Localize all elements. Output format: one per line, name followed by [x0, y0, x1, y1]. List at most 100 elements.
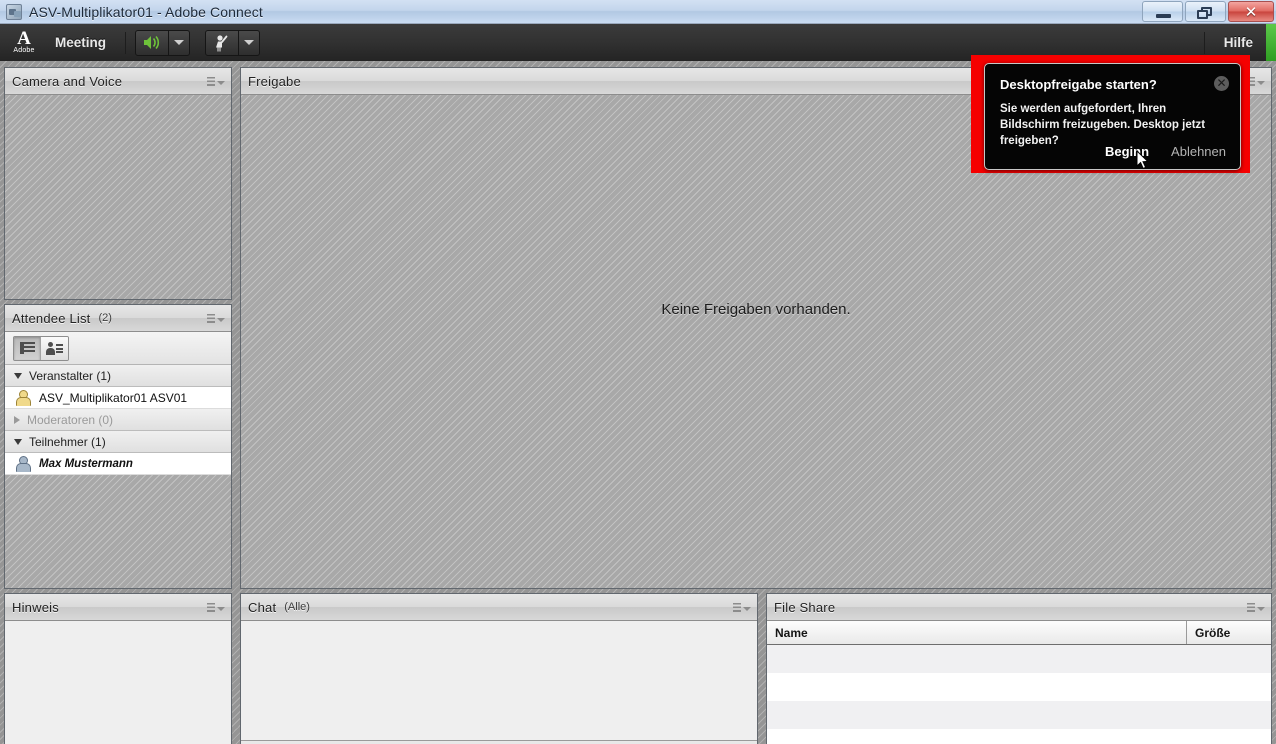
group-hosts[interactable]: Veranstalter (1) [5, 365, 231, 387]
attendee-row-participant[interactable]: Max Mustermann [5, 453, 231, 475]
maximize-button[interactable] [1185, 1, 1226, 22]
avatar-host-icon [15, 390, 31, 406]
chevron-down-icon [244, 40, 255, 45]
chevron-down-icon [743, 607, 751, 611]
file-table-header: Name Größe [767, 621, 1271, 645]
share-empty-message: Keine Freigaben vorhanden. [661, 301, 851, 318]
column-header-size[interactable]: Größe [1187, 621, 1271, 644]
adobe-logo-letter: A [17, 28, 31, 49]
chat-scope: (Alle) [284, 601, 310, 613]
menu-divider [125, 31, 127, 54]
speaker-button[interactable] [135, 29, 170, 56]
chevron-down-icon [14, 372, 22, 379]
status-tool-group [205, 29, 261, 56]
pod-title: Hinweis [12, 599, 59, 615]
title-bar: ASV-Multiplikator01 - Adobe Connect ✕ [0, 0, 1276, 24]
pod-options-menu-icon[interactable] [207, 602, 225, 613]
file-table-rows [767, 645, 1271, 744]
pod-hinweis: Hinweis [4, 593, 232, 744]
hinweis-note-area[interactable] [5, 621, 231, 744]
chat-message-log [241, 621, 757, 741]
pod-title: Camera and Voice [12, 73, 123, 89]
group-participants[interactable]: Teilnehmer (1) [5, 431, 231, 453]
menu-item-meeting[interactable]: Meeting [42, 24, 119, 61]
attendee-view-toolbar [5, 332, 231, 365]
column-header-name[interactable]: Name [767, 621, 1187, 644]
adobe-connect-window: ASV-Multiplikator01 - Adobe Connect ✕ A … [0, 0, 1276, 744]
window-title: ASV-Multiplikator01 - Adobe Connect [29, 3, 263, 20]
window-controls: ✕ [1142, 1, 1274, 22]
hamburger-lines [207, 603, 215, 612]
pod-options-menu-icon[interactable] [1247, 602, 1265, 613]
adobe-logo-word: Adobe [13, 47, 35, 54]
chevron-down-icon [217, 318, 225, 322]
pod-options-menu-icon[interactable] [733, 602, 751, 613]
camera-video-area [5, 95, 231, 299]
audio-tool-group [135, 29, 191, 56]
close-button[interactable]: ✕ [1228, 1, 1274, 22]
hamburger-lines [733, 603, 741, 612]
chevron-down-icon [217, 607, 225, 611]
dialog-title: Desktopfreigabe starten? [1000, 77, 1157, 92]
pod-title: File Share [774, 599, 836, 615]
table-row[interactable] [767, 673, 1271, 701]
pod-header: Camera and Voice [5, 68, 231, 95]
hamburger-lines [1247, 603, 1255, 612]
raise-hand-button[interactable] [205, 29, 240, 56]
group-label: Moderatoren (0) [27, 412, 114, 427]
pod-header: Hinweis [5, 594, 231, 621]
status-dropdown[interactable] [239, 29, 261, 56]
pod-attendee-list: Attendee List (2) Veranstalter (1) ASV_M… [4, 304, 232, 589]
pod-camera-and-voice: Camera and Voice [4, 67, 232, 300]
restore-icon [1197, 10, 1208, 19]
close-icon: ✕ [1244, 3, 1258, 21]
dialog-message: Sie werden aufgefordert, Ihren Bildschir… [1000, 103, 1206, 147]
hamburger-lines [207, 77, 215, 86]
chevron-down-icon [14, 438, 22, 445]
attendee-row-host[interactable]: ASV_Multiplikator01 ASV01 [5, 387, 231, 409]
minimize-button[interactable] [1142, 1, 1183, 22]
pod-options-menu-icon[interactable] [207, 313, 225, 324]
attendee-name: ASV_Multiplikator01 ASV01 [39, 390, 188, 405]
chevron-down-icon [174, 40, 185, 45]
pod-chat: Chat (Alle) Alle [240, 593, 758, 744]
pod-header: Attendee List (2) [5, 305, 231, 332]
pod-title: Attendee List [12, 310, 91, 326]
detail-lines-icon [56, 343, 63, 353]
list-view-button[interactable] [14, 336, 41, 360]
pod-title: Chat [248, 599, 277, 615]
hamburger-lines [207, 314, 215, 323]
chevron-down-icon [217, 81, 225, 85]
table-row[interactable] [767, 645, 1271, 673]
chevron-down-icon [1257, 81, 1265, 85]
dialog-actions: Beginn Ablehnen [1105, 144, 1226, 159]
chevron-right-icon [14, 415, 20, 424]
attendee-name: Max Mustermann [39, 457, 133, 470]
connection-status-indicator [1266, 24, 1276, 61]
person-icon [46, 341, 55, 355]
group-presenters[interactable]: Moderatoren (0) [5, 409, 231, 431]
speaker-dropdown[interactable] [169, 29, 191, 56]
minimize-icon [1156, 14, 1171, 18]
card-view-icon [46, 341, 63, 355]
attendee-count: (2) [98, 312, 112, 324]
menu-divider [1203, 31, 1205, 54]
app-icon [6, 3, 22, 20]
attendee-list-empty-area [5, 475, 231, 588]
group-label: Veranstalter (1) [29, 368, 112, 383]
table-row[interactable] [767, 701, 1271, 729]
mouse-cursor [1136, 150, 1149, 170]
card-view-button[interactable] [41, 336, 68, 360]
dialog-decline-button[interactable]: Ablehnen [1171, 144, 1226, 159]
list-view-icon [19, 342, 35, 354]
pod-file-share: File Share Name Größe Datei(en) herunter… [766, 593, 1272, 744]
dialog-close-icon[interactable]: ✕ [1214, 76, 1229, 91]
raise-hand-icon [216, 34, 228, 51]
dialog-highlight-border: Desktopfreigabe starten? ✕ Sie werden au… [971, 55, 1250, 173]
pod-header: Chat (Alle) [241, 594, 757, 621]
attendee-groups: Veranstalter (1) ASV_Multiplikator01 ASV… [5, 365, 231, 475]
view-mode-segmented-control [13, 335, 69, 361]
table-row[interactable] [767, 729, 1271, 744]
pod-title: Freigabe [248, 73, 301, 89]
pod-options-menu-icon[interactable] [207, 76, 225, 87]
